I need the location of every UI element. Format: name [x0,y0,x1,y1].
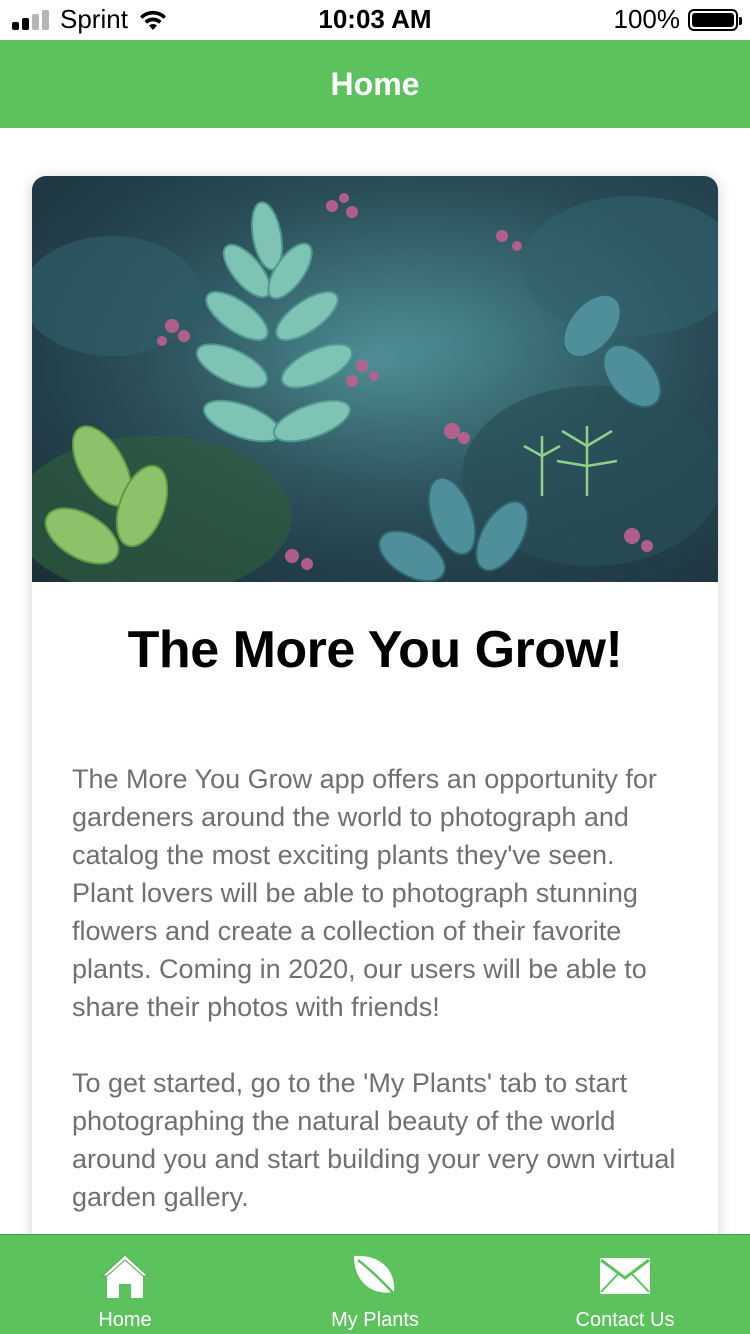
tab-home[interactable]: Home [0,1235,250,1334]
tab-contact-us[interactable]: Contact Us [500,1235,750,1334]
tab-my-plants-label: My Plants [331,1309,419,1331]
tab-my-plants[interactable]: My Plants [250,1235,500,1334]
tab-bar: Home My Plants Contact Us [0,1234,750,1334]
tab-contact-us-label: Contact Us [575,1309,675,1331]
page-title: Home [330,65,420,102]
battery-icon [688,8,742,31]
getting-started-paragraph: To get started, go to the 'My Plants' ta… [72,1068,676,1212]
tab-home-label: Home [98,1309,152,1331]
envelope-icon [599,1251,651,1301]
status-right: 100% [613,4,742,35]
intro-paragraph: The More You Grow app offers an opportun… [72,764,657,1022]
home-icon [100,1251,150,1301]
battery-percent: 100% [613,4,681,34]
leaf-icon [350,1251,400,1301]
intro-card: The More You Grow! The More You Grow app… [32,176,718,1286]
nav-header: Home [0,40,750,128]
plants-photo [32,176,718,582]
card-title: The More You Grow! [127,621,623,679]
status-bar: Sprint 10:03 AM 100% [0,0,750,40]
plants-photo-illustration [32,176,718,582]
app-screen: Sprint 10:03 AM 100% Home The More You G… [0,0,750,1334]
